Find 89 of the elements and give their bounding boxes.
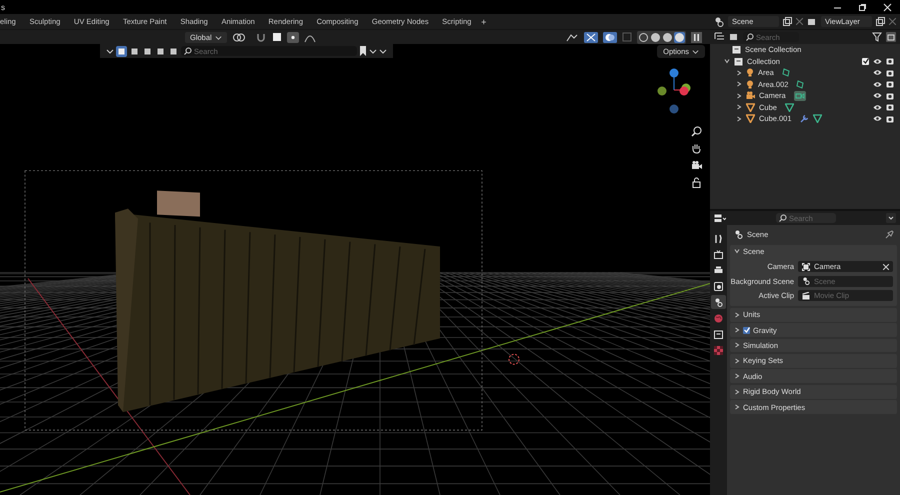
render-camera-icon[interactable] <box>886 92 894 100</box>
hand-icon[interactable] <box>691 143 702 154</box>
mesh-data-icon[interactable] <box>784 102 794 112</box>
snap-target-icon[interactable] <box>272 32 282 42</box>
duplicate-icon[interactable] <box>876 17 885 26</box>
collection-box-icon <box>732 45 741 54</box>
editor-type-icon[interactable] <box>714 214 726 222</box>
property-tab[interactable] <box>711 295 726 309</box>
select-mode-icon[interactable] <box>129 46 140 56</box>
search-icon <box>746 33 754 41</box>
collection-box-icon <box>734 56 743 66</box>
pause-icon[interactable] <box>691 32 702 42</box>
proportional-edit-icon[interactable] <box>286 32 299 42</box>
light-bulb-icon <box>746 68 754 78</box>
caret-icon[interactable] <box>734 358 740 364</box>
chevron-icon <box>692 48 699 54</box>
light-bulb-icon <box>746 80 754 89</box>
overlay-toggle-icon[interactable] <box>603 32 617 42</box>
eye-icon[interactable] <box>873 69 882 76</box>
shading-mode-icon[interactable] <box>638 32 649 42</box>
eye-icon[interactable] <box>873 80 882 88</box>
render-camera-icon[interactable] <box>886 103 894 112</box>
caret-icon[interactable] <box>734 248 740 254</box>
camera-icon <box>746 91 755 100</box>
caret-icon[interactable] <box>734 404 740 410</box>
add-workspace-button[interactable]: + <box>478 16 490 26</box>
select-mode-icon[interactable] <box>142 46 153 56</box>
wrench-icon[interactable] <box>800 114 809 124</box>
camera-data-icon[interactable] <box>794 90 806 101</box>
printer-icon <box>714 266 723 274</box>
select-mode-icon[interactable] <box>155 46 166 56</box>
new-collection-icon[interactable] <box>886 32 896 42</box>
globe-icon <box>714 314 723 322</box>
render-icon <box>714 250 723 258</box>
select-mode-icon[interactable] <box>168 46 179 56</box>
eye-icon[interactable] <box>873 115 882 122</box>
zoom-icon[interactable] <box>691 126 702 137</box>
caret-icon[interactable] <box>736 92 742 99</box>
tool-icon <box>714 234 723 242</box>
caret-icon[interactable] <box>734 312 740 318</box>
eye-icon[interactable] <box>873 58 882 65</box>
shading-mode-icon[interactable] <box>662 32 673 42</box>
mesh-data-icon[interactable] <box>812 114 822 124</box>
chevron-icon[interactable] <box>886 213 896 223</box>
gizmo-toggle-icon[interactable] <box>584 32 598 42</box>
funnel-icon[interactable] <box>872 32 882 42</box>
caret-icon[interactable] <box>736 104 742 110</box>
image-stack-icon <box>714 282 723 290</box>
camera-icon[interactable] <box>691 160 702 171</box>
render-camera-icon[interactable] <box>886 114 894 123</box>
render-camera-icon[interactable] <box>886 68 894 77</box>
shading-mode-icon[interactable] <box>674 32 685 42</box>
lock-icon[interactable] <box>691 177 702 188</box>
scene-icon[interactable] <box>714 16 724 26</box>
snap-magnet-icon[interactable] <box>254 32 267 42</box>
search-icon <box>779 214 787 222</box>
eye-icon[interactable] <box>873 92 882 100</box>
clapperboard-icon <box>802 292 810 300</box>
scene-icon <box>734 230 743 238</box>
object-icon <box>802 262 810 271</box>
caret-icon[interactable] <box>736 116 742 122</box>
search-icon <box>184 47 192 55</box>
duplicate-icon[interactable] <box>783 17 792 26</box>
caret-icon[interactable] <box>736 70 742 76</box>
scene-icon <box>802 277 810 286</box>
caret-icon[interactable] <box>734 373 740 380</box>
bookmark-icon[interactable] <box>359 46 367 56</box>
checkbox[interactable] <box>862 58 869 65</box>
collection-box-icon <box>714 330 723 338</box>
3d-cursor-icon[interactable] <box>508 354 520 365</box>
caret-icon[interactable] <box>724 58 730 64</box>
caret-icon[interactable] <box>736 81 742 88</box>
select-mode-icon[interactable] <box>116 46 127 56</box>
chevron-icon <box>214 34 222 40</box>
caret-icon[interactable] <box>734 388 740 395</box>
checker-icon <box>714 346 723 354</box>
pin-icon[interactable] <box>885 230 894 238</box>
render-camera-icon[interactable] <box>886 80 894 88</box>
display-mode-icon[interactable] <box>714 32 725 42</box>
caret-icon[interactable] <box>734 342 740 348</box>
eye-icon[interactable] <box>873 104 882 111</box>
scene-icon <box>714 298 723 306</box>
chevron-icon[interactable] <box>106 47 114 55</box>
render-camera-icon[interactable] <box>886 57 894 66</box>
maximize-icon[interactable] <box>858 2 867 12</box>
shading-mode-icon[interactable] <box>650 32 661 42</box>
property-tab[interactable] <box>711 279 726 293</box>
window-title: s <box>0 2 5 12</box>
caret-icon[interactable] <box>734 327 740 334</box>
